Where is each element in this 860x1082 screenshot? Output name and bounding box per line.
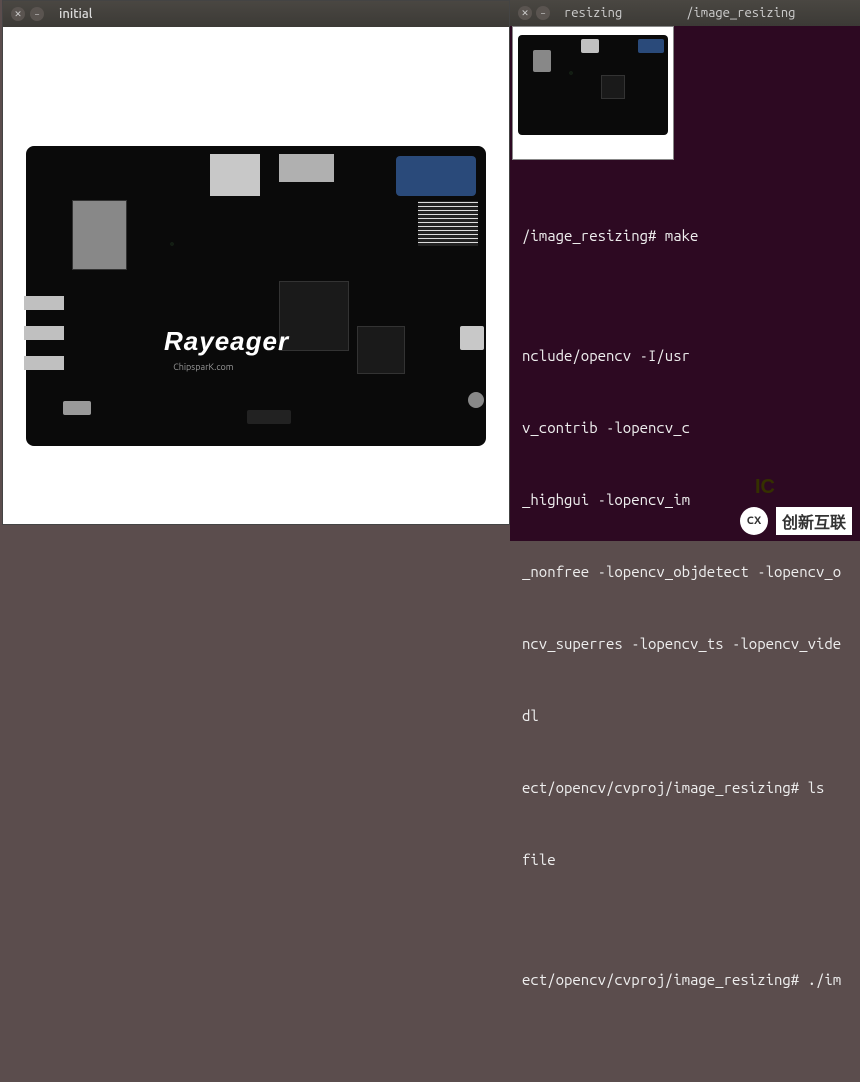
terminal-line: v_contrib -lopencv_c xyxy=(522,416,848,440)
usb-port-icon xyxy=(24,356,64,370)
pcb-image: Rayeager ChipsparK.com xyxy=(26,146,486,446)
gpio-header-icon xyxy=(418,201,478,246)
pcb-traces xyxy=(538,55,648,115)
sd-slot-icon xyxy=(247,410,291,424)
pcb-image-small xyxy=(518,35,668,135)
minimize-icon[interactable]: − xyxy=(30,7,44,21)
vga-port-icon xyxy=(638,39,664,53)
ethernet-port-icon xyxy=(210,154,260,196)
module-icon xyxy=(533,50,551,72)
watermark-prefix: IC xyxy=(755,476,775,499)
ethernet-port-icon xyxy=(581,39,599,53)
usb-port-icon xyxy=(24,296,64,310)
window-title: initial xyxy=(59,7,92,21)
terminal-body[interactable]: image_resizing# ls /image_resizing# make… xyxy=(510,26,860,1082)
terminal-line: dl xyxy=(522,704,848,728)
chip-icon xyxy=(357,326,405,374)
terminal-line: _nonfree -lopencv_objdetect -lopencv_o xyxy=(522,560,848,584)
terminal-title: resizing xyxy=(564,6,622,20)
pcb-sublabel: ChipsparK.com xyxy=(173,362,233,372)
image-window-initial: ✕ − initial Rayeager ChipsparK.com xyxy=(2,0,510,525)
pcb-brand-label: Rayeager xyxy=(164,326,289,357)
terminal-line: /image_resizing# make xyxy=(522,224,848,248)
image-viewport: Rayeager ChipsparK.com xyxy=(3,27,509,524)
watermark-logo-icon: CX xyxy=(740,507,768,535)
hdmi-port-icon xyxy=(279,154,334,182)
dc-jack-icon xyxy=(468,392,484,408)
watermark: CX 创新互联 xyxy=(740,507,852,535)
minimize-icon[interactable]: − xyxy=(536,6,550,20)
terminal-path: /image_resizing xyxy=(686,6,795,20)
module-icon xyxy=(72,200,127,270)
micro-port-icon xyxy=(63,401,91,415)
chip-icon xyxy=(601,75,625,99)
terminal-line: file xyxy=(522,848,848,872)
terminal-line: ncv_superres -lopencv_ts -lopencv_vide xyxy=(522,632,848,656)
close-icon[interactable]: ✕ xyxy=(518,6,532,20)
terminal-line: ect/opencv/cvproj/image_resizing# ls xyxy=(522,776,848,800)
terminal-line: ect/opencv/cvproj/image_resizing# ./im xyxy=(522,968,848,992)
vga-port-icon xyxy=(396,156,476,196)
usb-port-icon xyxy=(460,326,484,350)
terminal-line: nclude/opencv -I/usr xyxy=(522,344,848,368)
usb-port-icon xyxy=(24,326,64,340)
watermark-text: 创新互联 xyxy=(776,507,852,535)
window-titlebar[interactable]: ✕ − initial xyxy=(3,1,509,27)
image-window-resizing xyxy=(512,26,674,160)
terminal-titlebar[interactable]: ✕ − resizing /image_resizing xyxy=(510,0,860,26)
close-icon[interactable]: ✕ xyxy=(11,7,25,21)
chip-icon xyxy=(279,281,349,351)
